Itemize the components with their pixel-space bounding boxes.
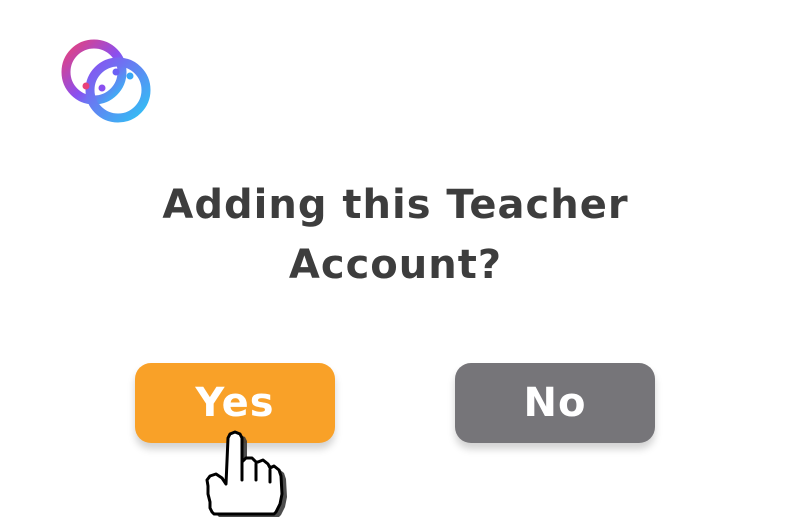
hand-pointer-icon bbox=[205, 430, 287, 517]
no-button[interactable]: No bbox=[455, 363, 655, 443]
dialog-question: Adding this Teacher Account? bbox=[162, 182, 629, 288]
confirm-dialog: Adding this Teacher Account? Yes No bbox=[0, 0, 791, 529]
app-logo-icon bbox=[61, 39, 151, 123]
